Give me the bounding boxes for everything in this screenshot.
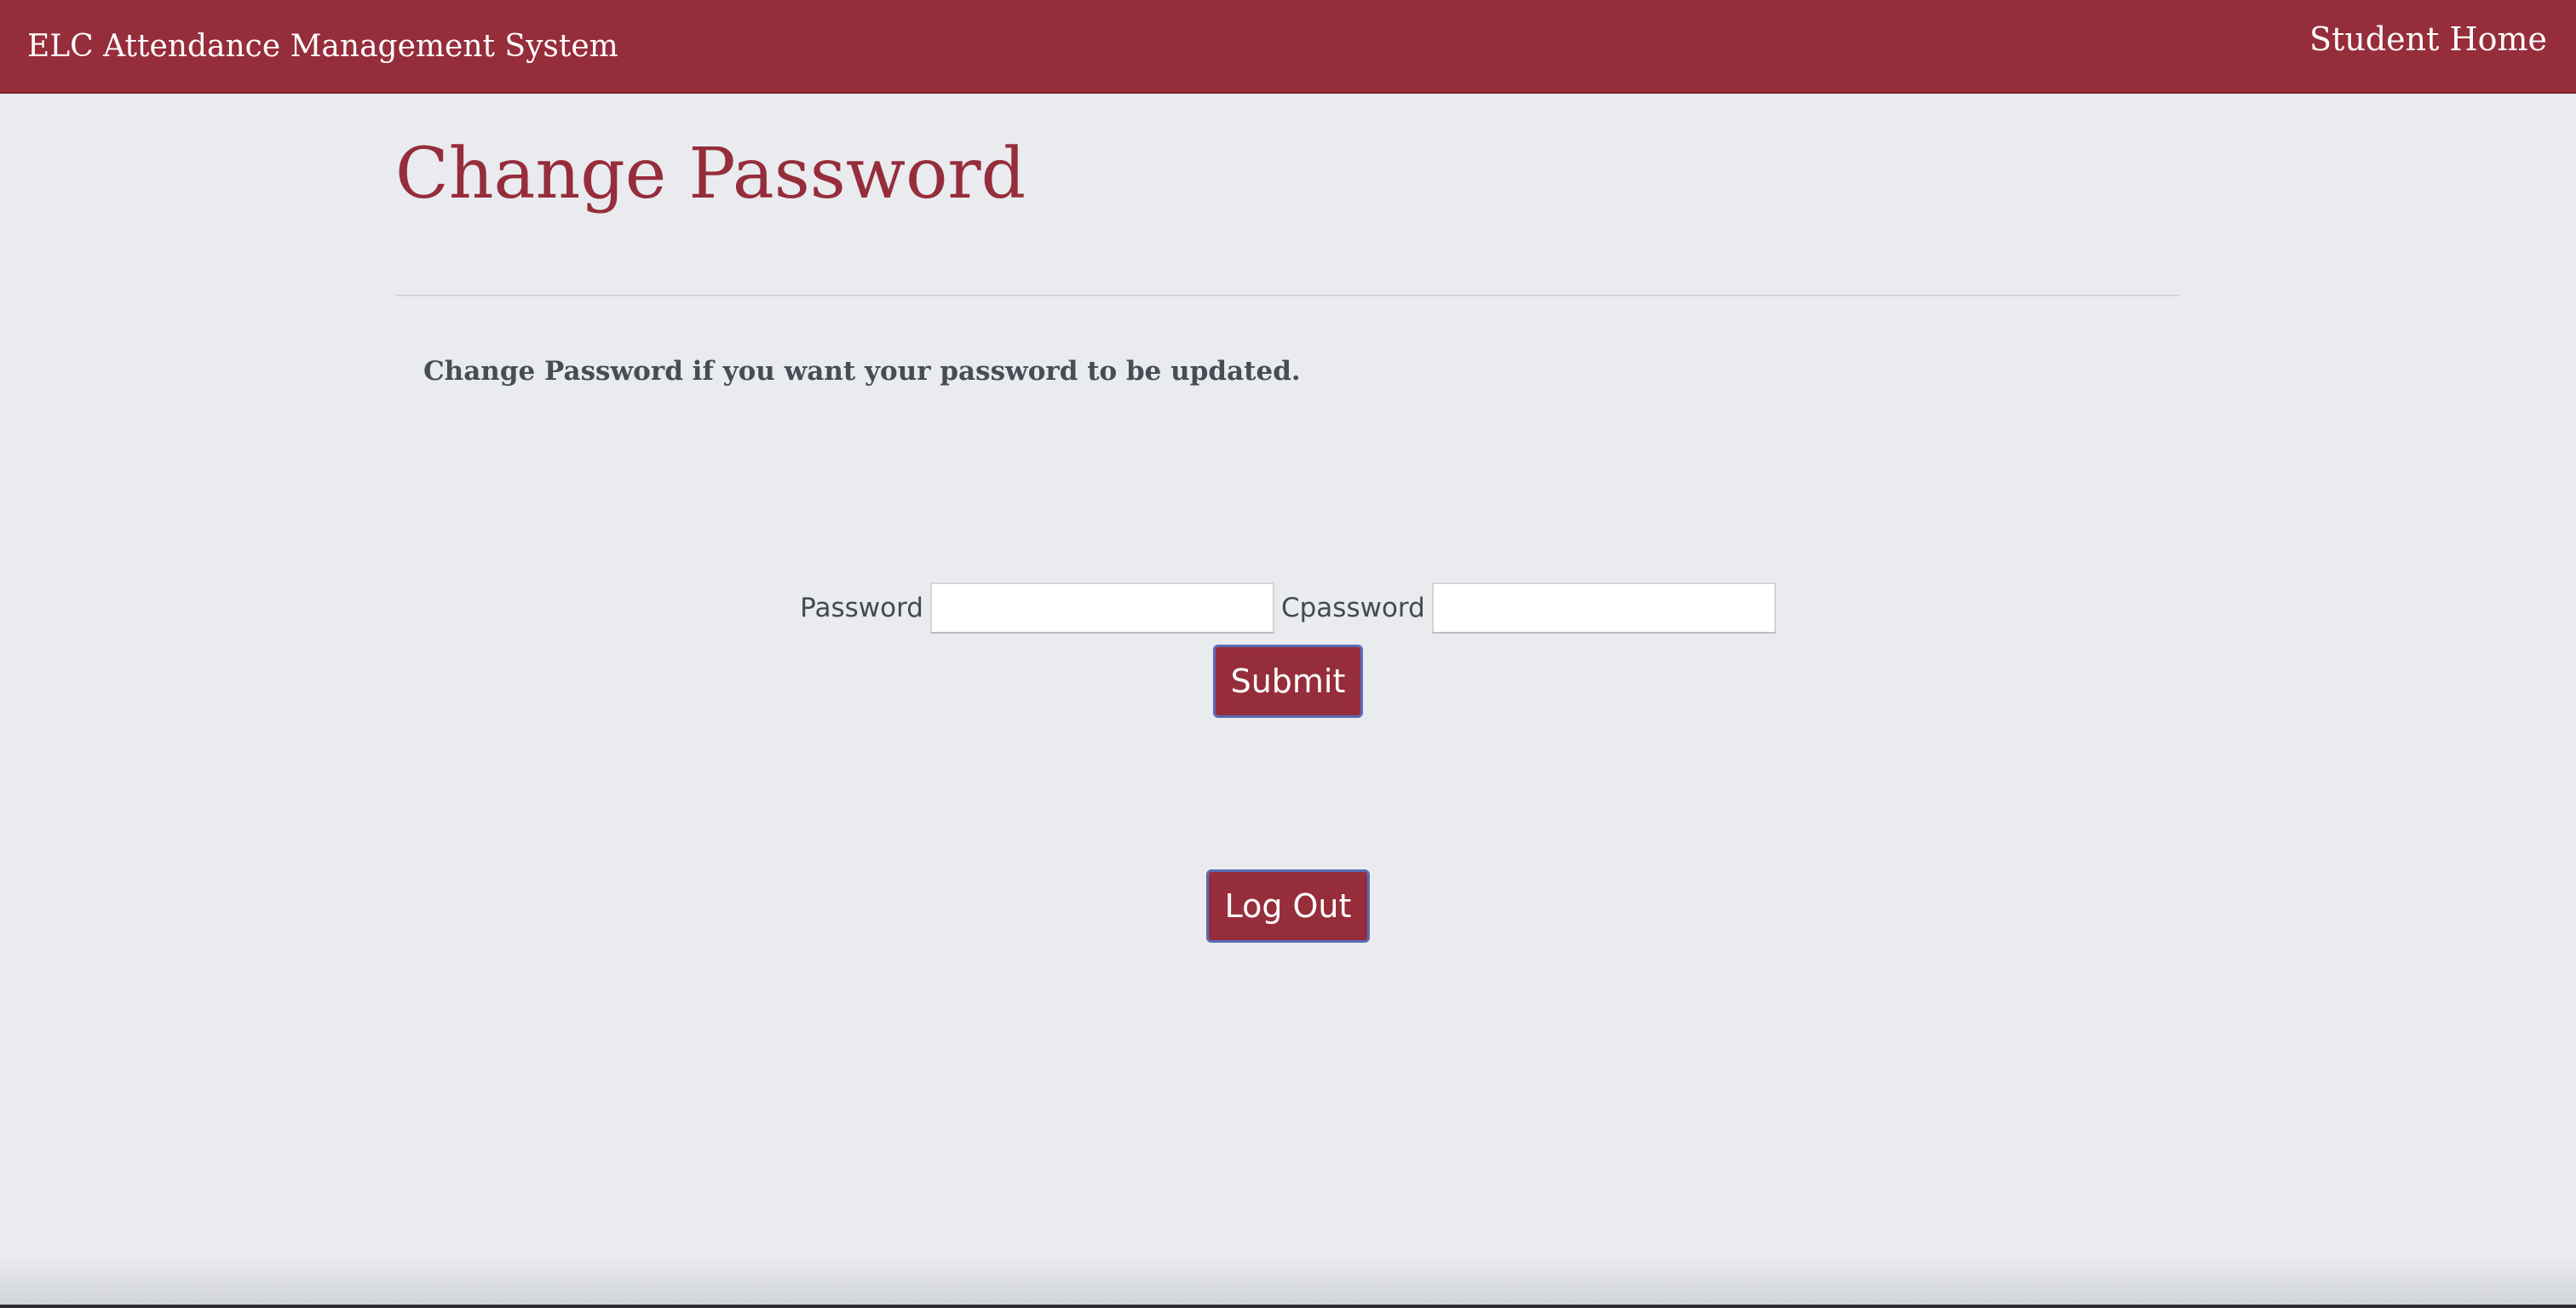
submit-button[interactable]: Submit <box>1213 645 1363 718</box>
window-bottom-edge <box>0 1305 2576 1308</box>
logout-button[interactable]: Log Out <box>1206 869 1370 943</box>
title-divider <box>395 295 2179 296</box>
page-title: Change Password <box>395 134 1026 215</box>
password-label: Password <box>800 593 923 623</box>
app-brand-title[interactable]: ELC Attendance Management System <box>27 26 618 68</box>
cpassword-label: Cpassword <box>1280 593 1425 623</box>
page-instruction-text: Change Password if you want your passwor… <box>423 356 1301 387</box>
bottom-shadow <box>0 1257 2576 1308</box>
cpassword-input[interactable] <box>1431 582 1776 634</box>
student-home-link[interactable]: Student Home <box>2309 17 2547 61</box>
top-navbar: ELC Attendance Management System Student… <box>0 0 2576 94</box>
change-password-form: Password Cpassword <box>0 581 2576 635</box>
password-input[interactable] <box>929 582 1274 634</box>
